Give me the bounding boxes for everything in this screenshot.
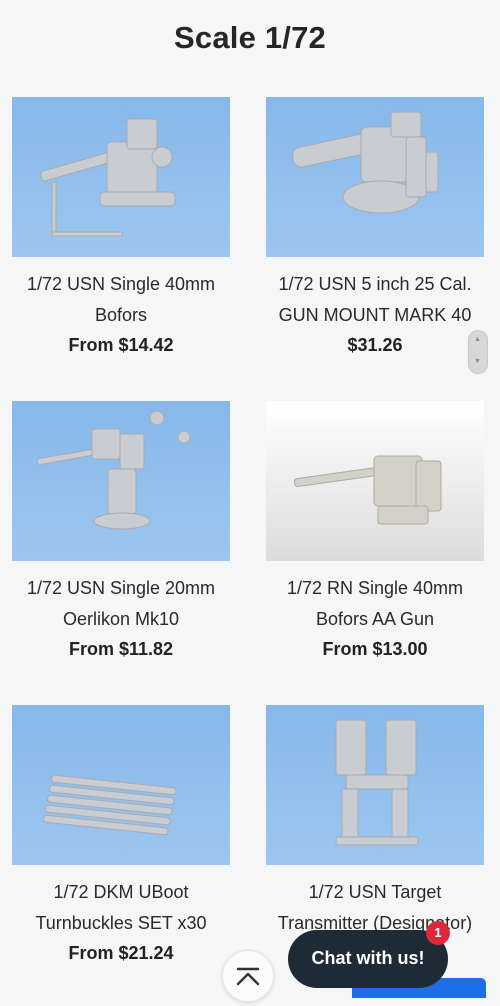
- product-price: From $14.42: [68, 335, 174, 355]
- product-card[interactable]: 1/72 DKM UBoot Turnbuckles SET x30 From …: [12, 705, 230, 966]
- product-price: From $11.82: [68, 639, 174, 659]
- product-card[interactable]: 1/72 USN Target Transmitter (Designator): [266, 705, 484, 940]
- product-card[interactable]: 1/72 RN Single 40mm Bofors AA Gun From $…: [266, 401, 484, 662]
- product-name-line[interactable]: 1/72 USN Target: [266, 877, 484, 908]
- product-image[interactable]: [266, 705, 484, 865]
- scrollbar-thumb[interactable]: ▲ ▼: [468, 330, 488, 374]
- product-image[interactable]: [266, 401, 484, 561]
- product-name-line[interactable]: Bofors AA Gun: [266, 604, 484, 635]
- product-name-line[interactable]: 1/72 USN 5 inch 25 Cal.: [266, 269, 484, 300]
- caret-down-icon: ▼: [474, 358, 481, 365]
- product-name-line[interactable]: GUN MOUNT MARK 40: [266, 300, 484, 331]
- product-image[interactable]: [12, 705, 230, 865]
- product-name-line[interactable]: Bofors: [12, 300, 230, 331]
- product-card[interactable]: 1/72 USN Single 20mm Oerlikon Mk10 From …: [12, 401, 230, 662]
- product-name[interactable]: 1/72 USN Single 40mm Bofors: [12, 269, 230, 331]
- caret-up-icon: ▲: [474, 336, 481, 343]
- product-name[interactable]: 1/72 DKM UBoot Turnbuckles SET x30: [12, 877, 230, 939]
- product-name[interactable]: 1/72 RN Single 40mm Bofors AA Gun: [266, 573, 484, 635]
- product-price: From $13.00: [322, 639, 428, 659]
- product-name[interactable]: 1/72 USN 5 inch 25 Cal. GUN MOUNT MARK 4…: [266, 269, 484, 331]
- product-image[interactable]: [266, 97, 484, 257]
- notification-badge: 1: [426, 921, 450, 945]
- product-name-line[interactable]: 1/72 RN Single 40mm: [266, 573, 484, 604]
- product-name-line[interactable]: Oerlikon Mk10: [12, 604, 230, 635]
- chevron-up-bar-icon: [236, 967, 260, 986]
- product-name-line[interactable]: Turnbuckles SET x30: [12, 908, 230, 939]
- product-name-line[interactable]: 1/72 USN Single 40mm: [12, 269, 230, 300]
- scroll-to-top-button[interactable]: [222, 950, 274, 1002]
- product-image[interactable]: [12, 401, 230, 561]
- product-name-line[interactable]: 1/72 DKM UBoot: [12, 877, 230, 908]
- chat-button[interactable]: Chat with us!: [288, 930, 448, 988]
- product-name[interactable]: 1/72 USN Single 20mm Oerlikon Mk10: [12, 573, 230, 635]
- product-card[interactable]: 1/72 USN 5 inch 25 Cal. GUN MOUNT MARK 4…: [266, 97, 484, 358]
- product-name-line[interactable]: 1/72 USN Single 20mm: [12, 573, 230, 604]
- page-title: Scale 1/72: [174, 20, 326, 55]
- product-price: $31.26: [347, 335, 403, 355]
- product-image[interactable]: [12, 97, 230, 257]
- product-card[interactable]: 1/72 USN Single 40mm Bofors From $14.42: [12, 97, 230, 358]
- product-price: From $21.24: [68, 943, 174, 963]
